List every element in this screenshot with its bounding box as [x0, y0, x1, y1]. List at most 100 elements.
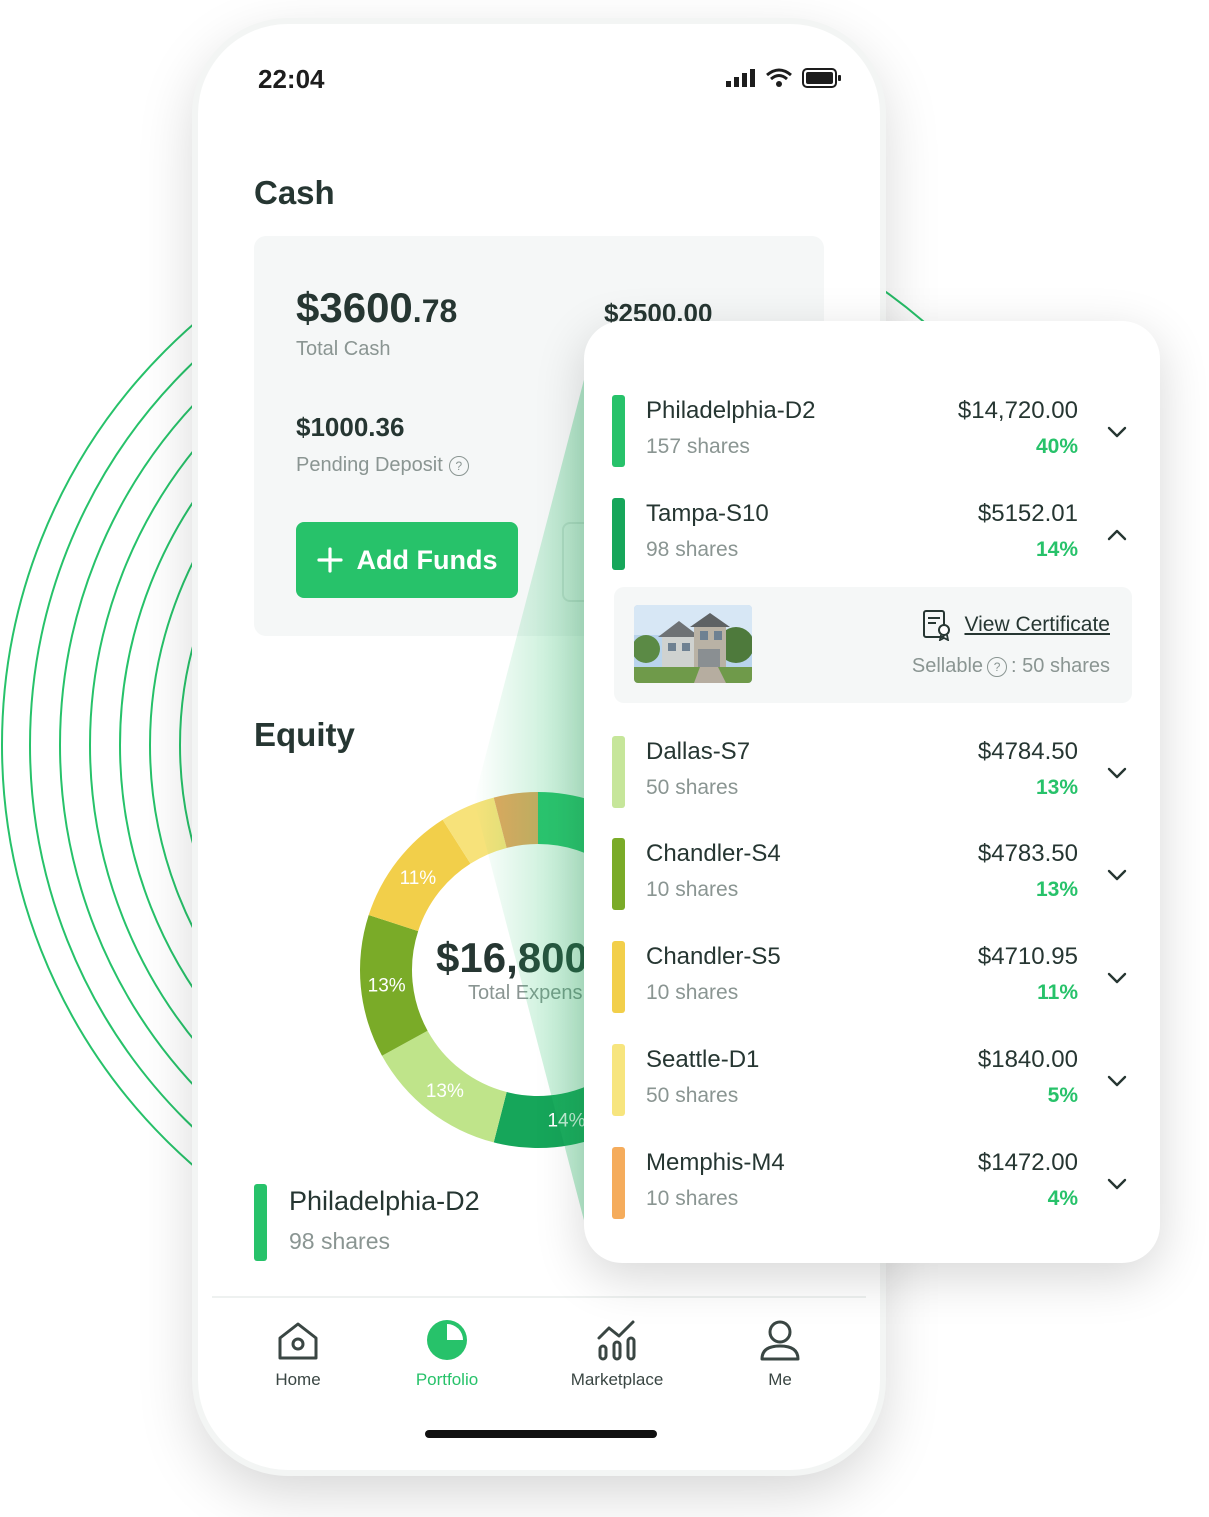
help-icon[interactable]: ? — [987, 656, 1008, 677]
nav-home[interactable]: Home — [218, 1314, 378, 1390]
equity-total-label: Total Expens — [468, 982, 583, 1004]
holding-row[interactable]: Tampa-S10 98 shares $5152.01 14% — [612, 498, 1132, 574]
pending-deposit-value: $1000.36 — [296, 412, 405, 442]
view-certificate-label: View Certificate — [964, 613, 1110, 636]
holding-row[interactable]: Philadelphia-D2 157 shares $14,720.00 40… — [612, 395, 1132, 471]
holding-value: $4784.50 — [977, 738, 1078, 765]
profile-icon — [760, 1320, 800, 1361]
holding-name: Chandler-S4 — [646, 840, 781, 867]
pending-deposit-row: Pending Deposit ? — [296, 454, 469, 477]
equity-total-value: $16,800 — [436, 934, 588, 981]
nav-me[interactable]: Me — [700, 1314, 860, 1390]
nav-home-label: Home — [275, 1370, 321, 1389]
holding-percent: 5% — [1047, 1084, 1078, 1107]
nav-marketplace-label: Marketplace — [570, 1370, 664, 1389]
holding-value: $14,720.00 — [957, 397, 1078, 424]
chevron-down-icon[interactable] — [1102, 758, 1132, 788]
sellable-value: : 50 shares — [1011, 655, 1110, 677]
holding-value: $1472.00 — [977, 1149, 1078, 1176]
holding-name: Philadelphia-D2 — [646, 397, 816, 424]
holding-color-bar — [612, 1147, 625, 1219]
holding-color-bar — [612, 736, 625, 808]
property-photo — [634, 605, 752, 683]
holding-name: Seattle-D1 — [646, 1046, 760, 1073]
sellable-info: Sellable ? : 50 shares — [912, 655, 1110, 678]
home-indicator — [425, 1430, 657, 1438]
wifi-icon — [766, 68, 792, 87]
holding-value: $1840.00 — [977, 1046, 1078, 1073]
equity-preview-shares: 98 shares — [289, 1228, 391, 1254]
holding-name: Chandler-S5 — [646, 943, 781, 970]
holding-color-bar — [612, 498, 625, 570]
holding-row[interactable]: Chandler-S5 10 shares $4710.95 11% — [612, 941, 1132, 1017]
holding-percent: 14% — [1035, 538, 1078, 561]
holding-row[interactable]: Seattle-D1 50 shares $1840.00 5% — [612, 1044, 1132, 1120]
portfolio-icon — [427, 1320, 467, 1360]
nav-marketplace[interactable]: Marketplace — [537, 1314, 697, 1390]
chevron-up-icon[interactable] — [1102, 520, 1132, 550]
sellable-label: Sellable — [911, 655, 984, 677]
nav-portfolio[interactable]: Portfolio — [367, 1314, 527, 1390]
help-icon[interactable]: ? — [448, 455, 469, 476]
holding-percent: 13% — [1035, 776, 1078, 799]
total-cash-value: $3600.78 — [296, 284, 457, 332]
chevron-down-icon[interactable] — [1102, 1169, 1132, 1199]
signal-icon — [726, 69, 755, 87]
status-time: 22:04 — [258, 64, 325, 94]
holding-color-bar — [612, 1044, 625, 1116]
nav-me-label: Me — [768, 1370, 792, 1389]
plus-icon — [316, 547, 343, 573]
total-cash-label: Total Cash — [296, 338, 391, 360]
holding-value: $4710.95 — [977, 943, 1078, 970]
home-icon — [278, 1322, 318, 1360]
chevron-down-icon[interactable] — [1102, 963, 1132, 993]
holding-name: Memphis-M4 — [646, 1149, 785, 1176]
holdings-panel: Philadelphia-D2 157 shares $14,720.00 40… — [584, 321, 1160, 1263]
holding-shares: 50 shares — [646, 1084, 739, 1107]
donut-percent-label: 11% — [400, 868, 437, 889]
view-certificate-link[interactable]: View Certificate — [922, 609, 1110, 641]
cash-title: Cash — [254, 174, 335, 211]
holding-row[interactable]: Chandler-S4 10 shares $4783.50 13% — [612, 838, 1132, 914]
holding-shares: 10 shares — [646, 1187, 739, 1210]
holding-shares: 10 shares — [646, 981, 739, 1004]
add-funds-label: Add Funds — [356, 544, 498, 575]
total-cash-cents: .78 — [412, 293, 458, 329]
donut-percent-label: 13% — [368, 975, 406, 996]
nav-divider — [212, 1296, 866, 1298]
holding-name: Tampa-S10 — [646, 500, 769, 527]
add-funds-button[interactable]: Add Funds — [296, 522, 518, 598]
battery-icon — [802, 68, 841, 88]
holding-percent: 4% — [1047, 1187, 1078, 1210]
holding-shares: 98 shares — [646, 538, 739, 561]
holding-row[interactable]: Memphis-M4 10 shares $1472.00 4% — [612, 1147, 1132, 1223]
equity-preview-name: Philadelphia-D2 — [289, 1186, 480, 1216]
status-icons — [726, 68, 842, 88]
holding-color-bar — [612, 941, 625, 1013]
nav-portfolio-label: Portfolio — [415, 1370, 479, 1389]
holding-percent: 13% — [1035, 878, 1078, 901]
donut-percent-label: 14% — [547, 1110, 585, 1131]
holding-name: Dallas-S7 — [646, 738, 751, 765]
certificate-icon — [923, 610, 951, 641]
chevron-down-icon[interactable] — [1102, 860, 1132, 890]
holding-color-bar — [612, 395, 625, 467]
holding-shares: 10 shares — [646, 878, 739, 901]
chevron-down-icon[interactable] — [1102, 1066, 1132, 1096]
total-cash-whole: $3600 — [296, 284, 413, 331]
holding-value: $4783.50 — [977, 840, 1078, 867]
holding-percent: 40% — [1035, 435, 1078, 458]
equity-preview-color-bar — [254, 1184, 267, 1261]
donut-percent-label: 13% — [426, 1081, 464, 1102]
holding-color-bar — [612, 838, 625, 910]
pending-deposit-label: Pending Deposit — [296, 454, 443, 476]
holding-value: $5152.01 — [977, 500, 1078, 527]
holding-row[interactable]: Dallas-S7 50 shares $4784.50 13% — [612, 736, 1132, 812]
chevron-down-icon[interactable] — [1102, 417, 1132, 447]
holding-percent: 11% — [1037, 981, 1078, 1004]
holding-detail-panel: View Certificate Sellable ? : 50 shares — [614, 587, 1132, 703]
holding-shares: 157 shares — [646, 435, 750, 458]
equity-title: Equity — [254, 716, 355, 753]
marketplace-icon — [597, 1320, 636, 1361]
holding-shares: 50 shares — [646, 776, 739, 799]
